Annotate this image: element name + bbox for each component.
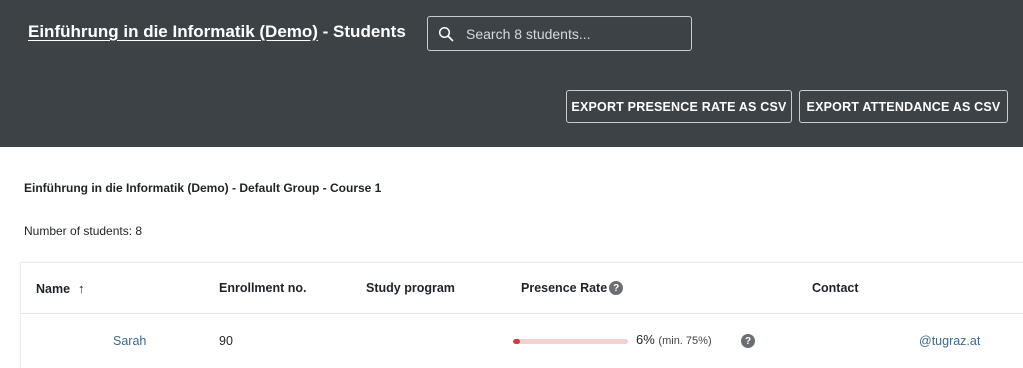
header-divider <box>21 313 1023 314</box>
contact-email-link[interactable]: @tugraz.at <box>919 334 980 348</box>
column-header-enrollment[interactable]: Enrollment no. <box>219 281 307 295</box>
student-name-link[interactable]: Sarah <box>113 334 146 348</box>
help-icon[interactable]: ? <box>741 334 755 348</box>
column-label-presence-rate: Presence Rate <box>521 281 608 295</box>
presence-rate-text: 6% (min. 75%) <box>636 332 712 347</box>
column-label-name: Name <box>36 281 71 296</box>
search-input[interactable] <box>466 19 686 48</box>
enrollment-number: 90 <box>219 334 233 348</box>
presence-rate-minimum: (min. 75%) <box>658 335 712 347</box>
presence-progress-fill <box>513 339 520 344</box>
course-link[interactable]: Einführung in die Informatik (Demo) <box>28 22 318 41</box>
page-title-suffix: - Students <box>317 22 406 41</box>
page-header: Einführung in die Informatik (Demo) - St… <box>0 0 1023 147</box>
page-title: Einführung in die Informatik (Demo) - St… <box>28 22 406 42</box>
column-header-presence-rate[interactable]: Presence Rate ? <box>521 281 624 295</box>
export-attendance-button[interactable]: EXPORT ATTENDANCE AS CSV <box>799 90 1008 123</box>
search-icon <box>438 26 454 41</box>
students-table: Name ↑ Enrollment no. Study program Pres… <box>20 262 1023 368</box>
presence-progress-bar <box>513 339 628 344</box>
export-presence-rate-button[interactable]: EXPORT PRESENCE RATE AS CSV <box>566 90 792 123</box>
column-header-contact: Contact <box>812 281 859 295</box>
student-count: Number of students: 8 <box>24 224 143 238</box>
help-icon[interactable]: ? <box>609 281 624 295</box>
column-header-name[interactable]: Name ↑ <box>36 281 85 296</box>
sort-ascending-icon: ↑ <box>78 281 85 296</box>
presence-rate-value: 6% <box>636 332 655 347</box>
column-header-study-program[interactable]: Study program <box>366 281 455 295</box>
group-title: Einführung in die Informatik (Demo) - De… <box>24 181 382 195</box>
search-box[interactable] <box>427 16 692 51</box>
